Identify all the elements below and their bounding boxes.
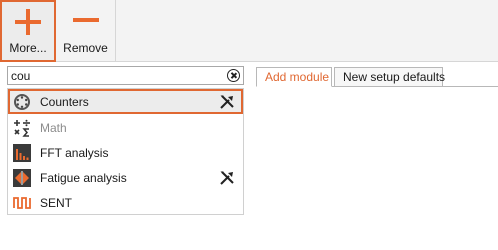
fft-icon	[13, 143, 31, 162]
remove-button[interactable]: Remove	[56, 0, 116, 62]
list-item-label: Counters	[40, 94, 89, 109]
search-input[interactable]	[11, 68, 211, 83]
fatigue-icon	[13, 168, 31, 187]
tab-add-module[interactable]: Add module	[256, 67, 332, 87]
module-list: Counters Math FFT analysis Fatigue analy…	[7, 88, 244, 215]
list-item-label: Math	[40, 120, 67, 135]
minus-icon	[72, 7, 99, 33]
list-item-label: Fatigue analysis	[40, 170, 127, 185]
clear-search-icon[interactable]	[227, 69, 240, 82]
list-item-math[interactable]: Math	[8, 115, 243, 140]
list-item-fatigue-analysis[interactable]: Fatigue analysis	[8, 165, 243, 190]
list-item-label: SENT	[40, 195, 73, 210]
more-button-label: More...	[9, 41, 47, 55]
plus-icon	[15, 9, 41, 35]
list-item-fft-analysis[interactable]: FFT analysis	[8, 140, 243, 165]
remove-button-label: Remove	[63, 41, 108, 55]
list-item-counters[interactable]: Counters	[8, 89, 243, 114]
counters-icon	[14, 93, 30, 110]
list-item-sent[interactable]: SENT	[8, 190, 243, 215]
tab-new-setup-defaults[interactable]: New setup defaults	[334, 67, 445, 87]
wrench-screwdriver-icon[interactable]	[219, 94, 235, 110]
wrench-screwdriver-icon[interactable]	[219, 170, 235, 186]
more-button[interactable]: More...	[0, 0, 56, 62]
module-search	[7, 66, 244, 85]
list-item-label: FFT analysis	[40, 145, 109, 160]
sent-icon	[13, 196, 31, 209]
toolbar: More... Remove	[0, 0, 498, 62]
math-icon	[14, 119, 30, 137]
